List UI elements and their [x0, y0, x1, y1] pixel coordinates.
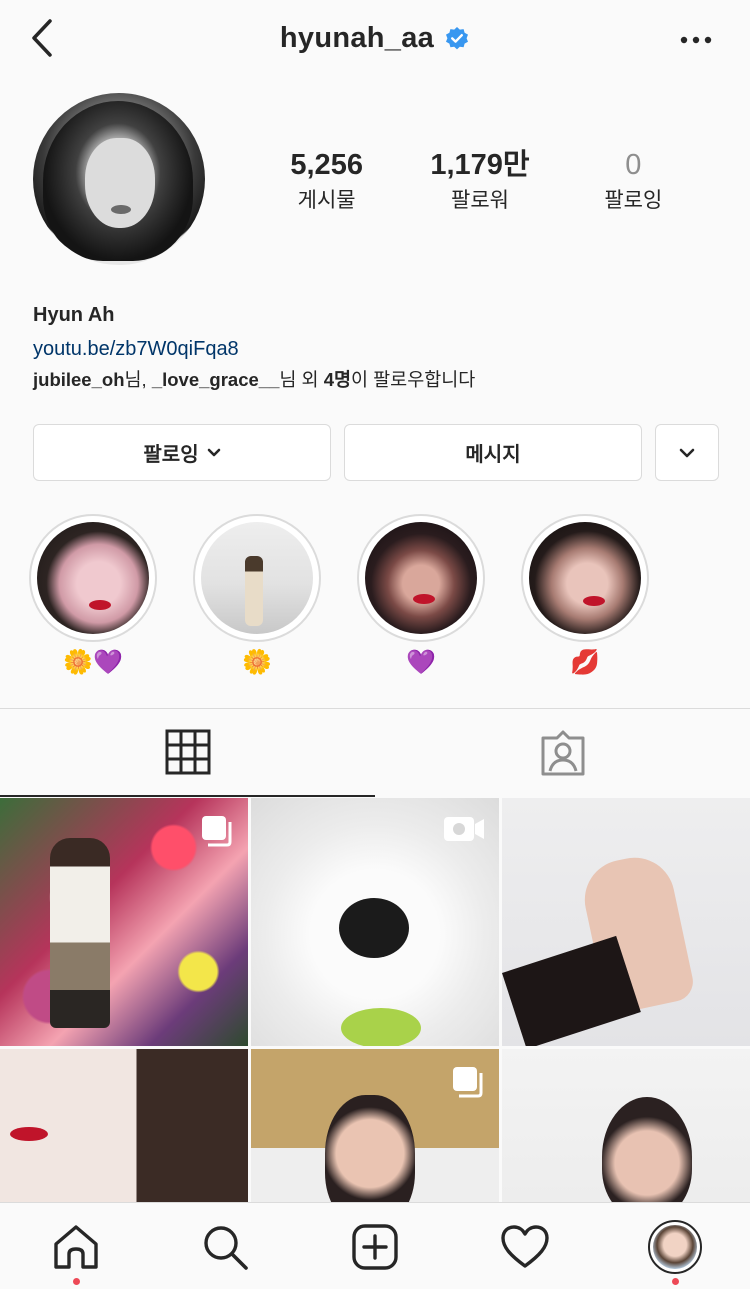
- highlight-label: 💋: [570, 649, 600, 676]
- following-button-label: 팔로잉: [143, 444, 199, 466]
- tab-tagged[interactable]: [375, 709, 750, 797]
- stat-following[interactable]: 0 팔로잉: [557, 148, 710, 214]
- page-title: hyunah_aa: [279, 22, 435, 54]
- nav-activity[interactable]: [495, 1219, 555, 1275]
- profile-stats: 5,256 게시물 1,179만 팔로워 0 팔로잉: [250, 148, 710, 214]
- highlight-item[interactable]: 🌼: [193, 514, 321, 678]
- followed-by-mid: 님 외: [279, 369, 324, 390]
- message-button[interactable]: 메시지: [344, 424, 642, 481]
- search-icon: [204, 1226, 248, 1270]
- verified-badge-icon: [446, 26, 469, 49]
- highlight-label: 🌼💜: [63, 649, 123, 676]
- avatar-lips: [111, 205, 131, 214]
- posts-label: 게시물: [297, 189, 356, 212]
- tab-grid[interactable]: [0, 709, 375, 797]
- profile-avatar-image: [653, 1225, 697, 1269]
- notification-dot: [672, 1278, 679, 1285]
- chevron-down-icon: [679, 448, 695, 457]
- post-thumbnail[interactable]: [0, 1049, 248, 1202]
- followed-by-sep: 님,: [124, 369, 152, 390]
- home-icon: [54, 1225, 98, 1269]
- profile-avatar-large[interactable]: [33, 93, 205, 265]
- highlight-label: 💜: [406, 649, 436, 676]
- post-thumbnail[interactable]: [251, 1049, 499, 1202]
- multiple-posts-icon: [453, 1067, 483, 1098]
- followers-count: 1,179만: [430, 149, 530, 181]
- nav-home[interactable]: [46, 1219, 106, 1285]
- chevron-down-icon: [207, 448, 220, 456]
- highlight-thumbnail: [365, 522, 477, 634]
- followed-by-tail: 이 팔로우합니다: [351, 369, 476, 390]
- highlight-ring: [357, 514, 485, 642]
- followed-by-count: 4명: [323, 369, 351, 390]
- highlight-item[interactable]: 💜: [357, 514, 485, 678]
- avatar-face: [85, 138, 155, 228]
- followed-by-text[interactable]: jubilee_oh님, _love_grace__님 외 4명이 팔로우합니다: [33, 367, 723, 393]
- following-count: 0: [625, 149, 642, 181]
- story-highlights: 🌼💜 🌼 💜 💋: [0, 514, 750, 684]
- post-thumbnail[interactable]: [251, 798, 499, 1046]
- thumbnail-lips: [413, 594, 435, 604]
- posts-grid: [0, 798, 750, 1202]
- profile-actions: 팔로잉 메시지: [33, 424, 719, 481]
- bottom-navigation: [0, 1202, 750, 1289]
- heart-icon: [501, 1225, 549, 1268]
- post-thumbnail[interactable]: [502, 1049, 750, 1202]
- highlight-item[interactable]: 💋: [521, 514, 649, 678]
- following-button[interactable]: 팔로잉: [33, 424, 331, 481]
- following-label: 팔로잉: [604, 189, 663, 212]
- highlight-ring: [521, 514, 649, 642]
- followed-by-user-2[interactable]: _love_grace__: [152, 369, 280, 390]
- highlight-label: 🌼: [242, 649, 272, 676]
- posts-count: 5,256: [290, 149, 363, 181]
- tagged-user-icon: [541, 730, 584, 776]
- stat-posts[interactable]: 5,256 게시물: [250, 148, 403, 214]
- highlight-thumbnail: [201, 522, 313, 634]
- profile-display-name: Hyun Ah: [33, 304, 115, 326]
- highlight-ring: [193, 514, 321, 642]
- followed-by-user-1[interactable]: jubilee_oh: [33, 369, 125, 390]
- highlight-thumbnail: [529, 522, 641, 634]
- add-post-icon: [352, 1224, 398, 1270]
- top-bar: hyunah_aa: [0, 0, 750, 82]
- thumbnail-lips: [583, 596, 605, 606]
- message-button-label: 메시지: [465, 444, 521, 466]
- highlight-ring: [29, 514, 157, 642]
- suggested-dropdown-button[interactable]: [655, 424, 719, 481]
- profile-username-header: hyunah_aa: [0, 22, 750, 55]
- stat-followers[interactable]: 1,179만 팔로워: [403, 148, 556, 214]
- more-options-button[interactable]: [676, 22, 716, 58]
- profile-avatar: [648, 1220, 702, 1274]
- highlight-thumbnail: [37, 522, 149, 634]
- grid-icon: [165, 729, 210, 775]
- profile-bio: Hyun Ah youtu.be/zb7W0qiFqa8 jubilee_oh님…: [33, 302, 723, 393]
- highlight-item[interactable]: 🌼💜: [29, 514, 157, 678]
- nav-add-post[interactable]: [345, 1219, 405, 1275]
- nav-search[interactable]: [195, 1219, 255, 1275]
- bio-link[interactable]: youtu.be/zb7W0qiFqa8: [33, 336, 723, 362]
- thumbnail-lips: [89, 600, 111, 610]
- more-dots-icon: [680, 36, 712, 44]
- post-thumbnail[interactable]: [502, 798, 750, 1046]
- notification-dot: [73, 1278, 80, 1285]
- video-camera-icon: [444, 817, 484, 841]
- nav-profile[interactable]: [645, 1219, 705, 1285]
- post-thumbnail[interactable]: [0, 798, 248, 1046]
- multiple-posts-icon: [202, 816, 232, 847]
- followers-label: 팔로워: [451, 189, 509, 212]
